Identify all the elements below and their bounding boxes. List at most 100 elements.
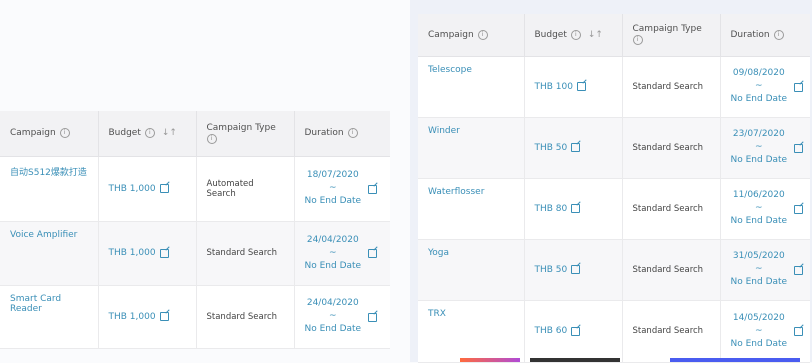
campaign-type-label: Standard Search (632, 326, 704, 336)
duration-end[interactable]: No End Date (305, 323, 362, 336)
edit-icon[interactable] (794, 265, 804, 275)
duration-separator: ~ (755, 81, 763, 91)
info-circle-icon[interactable]: i (347, 128, 358, 139)
table-row: Winder THB 50 Standard Search 23/07/2020… (418, 117, 810, 179)
budget-value[interactable]: THB 50 (535, 265, 581, 275)
edit-icon[interactable] (159, 184, 169, 193)
duration-start[interactable]: 09/08/2020 (731, 67, 788, 80)
header-duration-label: Duration (304, 128, 344, 139)
duration-end[interactable]: No End Date (731, 154, 788, 167)
budget-value[interactable]: THB 1,000 (109, 312, 169, 322)
budget-value[interactable]: THB 60 (535, 326, 581, 336)
header-campaign[interactable]: Campaign i (418, 14, 525, 57)
duration-start[interactable]: 24/04/2020 (305, 234, 362, 247)
sort-arrows-icon[interactable]: ↓↑ (588, 30, 603, 40)
header-campaign[interactable]: Campaign i (0, 111, 99, 157)
duration-start[interactable]: 31/05/2020 (731, 250, 788, 263)
duration-separator: ~ (755, 142, 763, 152)
duration-separator: ~ (329, 247, 337, 258)
edit-icon[interactable] (368, 184, 378, 194)
edit-icon[interactable] (159, 312, 169, 321)
budget-label: THB 1,000 (108, 183, 156, 194)
info-circle-icon[interactable]: i (773, 29, 784, 40)
table-row: TRX THB 60 Standard Search 14/05/2020 ~ No… (418, 300, 810, 363)
edit-icon[interactable] (794, 327, 804, 336)
cell-budget: THB 60 (524, 300, 623, 363)
duration-start[interactable]: 18/07/2020 (305, 169, 362, 182)
duration-start[interactable]: 14/05/2020 (731, 312, 788, 325)
header-campaign-type-label: Campaign Type (206, 122, 276, 133)
budget-label: THB 100 (534, 81, 573, 92)
duration-end[interactable]: No End Date (731, 215, 788, 228)
cell-campaign: Waterflosser (418, 178, 525, 240)
duration-end[interactable]: No End Date (731, 93, 788, 106)
edit-icon[interactable] (571, 326, 581, 336)
cell-budget: THB 1,000 (98, 221, 197, 286)
duration-separator: ~ (329, 183, 337, 193)
campaign-table-right: Campaign i Budget i ↓↑ Campaign Type i Durat… (418, 14, 810, 363)
edit-icon[interactable] (576, 82, 586, 91)
cell-budget: THB 80 (524, 178, 623, 240)
campaign-name-link[interactable]: Waterflosser (428, 187, 514, 197)
header-campaign-type[interactable]: Campaign Type i (196, 111, 295, 157)
info-circle-icon[interactable]: i (477, 29, 488, 40)
sort-arrows-icon[interactable]: ↓↑ (162, 128, 177, 138)
campaign-name-link[interactable]: Telescope (428, 65, 514, 75)
duration-end[interactable]: No End Date (305, 260, 362, 273)
cell-duration: 23/07/2020 ~ No End Date (720, 117, 810, 179)
campaign-type-label: Standard Search (206, 311, 278, 322)
header-budget-label: Budget (108, 128, 141, 139)
duration-end[interactable]: No End Date (305, 195, 362, 208)
edit-icon[interactable] (159, 248, 169, 258)
edit-icon[interactable] (794, 143, 804, 153)
header-budget[interactable]: Budget i ↓↑ (524, 14, 623, 57)
duration-end[interactable]: No End Date (731, 276, 788, 289)
edit-icon[interactable] (368, 312, 378, 322)
budget-value[interactable]: THB 1,000 (109, 248, 169, 258)
edit-icon[interactable] (368, 249, 378, 258)
cell-duration: 24/04/2020 ~ No End Date (294, 221, 390, 286)
campaign-table-left: Campaign i Budget i ↓↑ Campaign Type i Durat… (0, 111, 390, 349)
header-duration[interactable]: Duration i (720, 14, 810, 57)
duration-separator: ~ (755, 325, 763, 336)
cell-campaign: Telescope (418, 56, 525, 118)
edit-icon[interactable] (571, 143, 581, 152)
budget-value[interactable]: THB 100 (535, 82, 586, 92)
duration-start[interactable]: 11/06/2020 (731, 189, 788, 202)
cell-campaign: Winder (418, 117, 525, 179)
budget-value[interactable]: THB 1,000 (109, 184, 169, 194)
campaign-name-link[interactable]: Yoga (428, 248, 514, 258)
budget-label: THB 60 (534, 326, 568, 336)
table-row: 自动S512爆款打造 THB 1,000 Automated Search 18… (0, 156, 390, 222)
info-circle-icon[interactable]: i (144, 128, 155, 139)
budget-label: THB 50 (534, 142, 568, 153)
edit-icon[interactable] (571, 265, 581, 274)
campaign-name-link[interactable]: Winder (428, 126, 514, 136)
cell-duration: 18/07/2020 ~ No End Date (294, 156, 390, 222)
info-circle-icon[interactable]: i (632, 35, 643, 46)
header-duration[interactable]: Duration i (294, 111, 390, 157)
campaign-name-link[interactable]: Voice Amplifier (10, 230, 88, 240)
edit-icon[interactable] (571, 204, 581, 213)
campaign-name-link[interactable]: 自动S512爆款打造 (10, 165, 88, 178)
cell-campaign-type: Standard Search (622, 117, 721, 179)
table-row: Telescope THB 100 Standard Search 09/08/… (418, 56, 810, 118)
info-circle-icon[interactable]: i (59, 128, 70, 139)
budget-value[interactable]: THB 50 (535, 143, 581, 153)
info-circle-icon[interactable]: i (570, 29, 581, 40)
table-row: Smart Card Reader THB 1,000 Standard Sea… (0, 285, 390, 349)
duration-start[interactable]: 24/04/2020 (305, 297, 362, 310)
edit-icon[interactable] (794, 82, 804, 92)
campaign-name-link[interactable]: TRX (428, 309, 514, 319)
header-budget[interactable]: Budget i ↓↑ (98, 111, 197, 157)
duration-start[interactable]: 23/07/2020 (731, 128, 788, 141)
budget-value[interactable]: THB 80 (535, 204, 581, 214)
info-circle-icon[interactable]: i (206, 133, 217, 144)
duration-end[interactable]: No End Date (731, 338, 788, 351)
table-row: Yoga THB 50 Standard Search 31/05/2020 ~ N… (418, 239, 810, 301)
cell-duration: 24/04/2020 ~ No End Date (294, 285, 390, 349)
header-campaign-label: Campaign (428, 29, 474, 40)
edit-icon[interactable] (794, 204, 804, 214)
header-campaign-type[interactable]: Campaign Type i (622, 14, 721, 57)
campaign-name-link[interactable]: Smart Card Reader (10, 294, 88, 314)
